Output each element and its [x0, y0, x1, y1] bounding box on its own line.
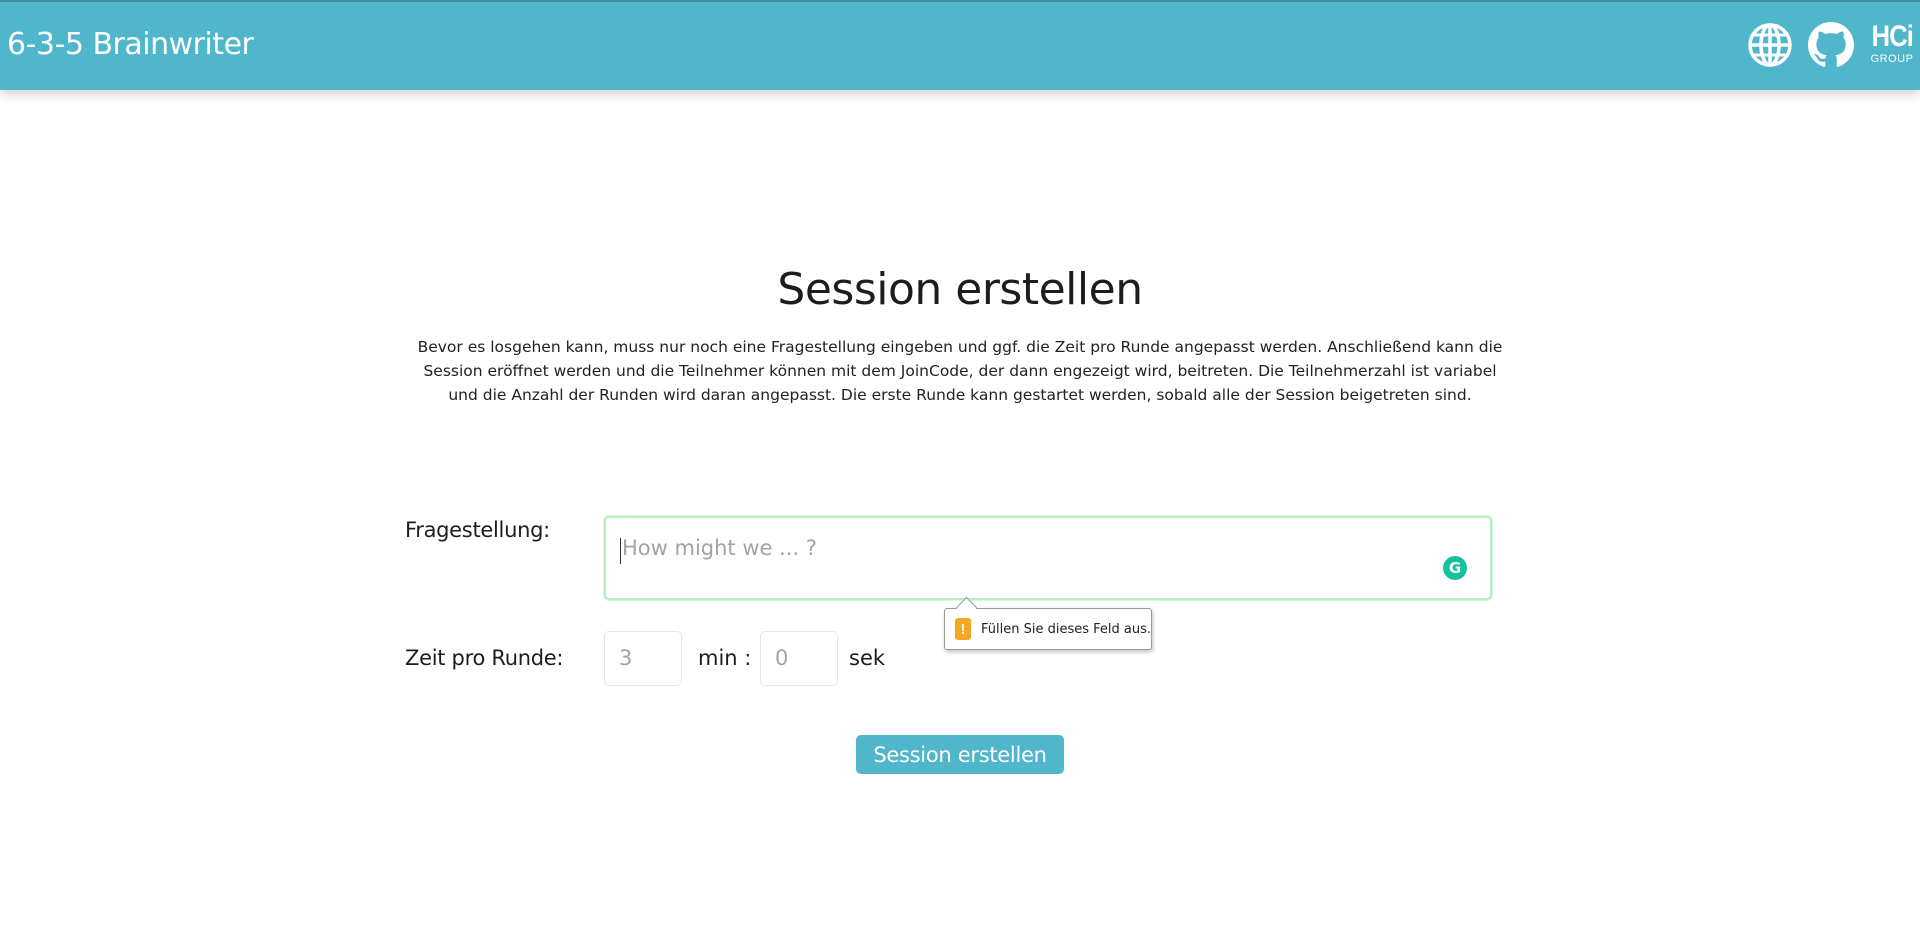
question-placeholder: How might we ... ?	[622, 536, 817, 560]
navbar: 6-3-5 Brainwriter HCi GROUP	[0, 0, 1920, 90]
intro-text: Bevor es losgehen kann, muss nur noch ei…	[417, 338, 1503, 404]
page-title: Session erstellen	[777, 264, 1143, 315]
question-label: Fragestellung:	[405, 518, 550, 542]
hci-logo-text: HCi	[1871, 20, 1913, 53]
globe-icon[interactable]	[1746, 21, 1794, 73]
question-input[interactable]: How might we ... ? G	[604, 516, 1492, 600]
github-icon[interactable]	[1808, 22, 1854, 72]
validation-message: Füllen Sie dieses Feld aus.	[980, 621, 1151, 637]
grammarly-icon[interactable]: G	[1443, 556, 1467, 580]
hci-logo-subtext: GROUP	[1870, 53, 1914, 65]
minutes-input[interactable]: 3	[604, 631, 682, 686]
seconds-input[interactable]: 0	[760, 631, 838, 686]
brand-link[interactable]: 6-3-5 Brainwriter	[7, 27, 254, 62]
navbar-icons: HCi GROUP	[1732, 22, 1916, 72]
time-label: Zeit pro Runde:	[405, 646, 564, 670]
seconds-unit: sek	[849, 646, 886, 670]
validation-tooltip: ! Füllen Sie dieses Feld aus.	[944, 608, 1152, 650]
warning-icon: !	[955, 618, 971, 640]
minutes-unit: min :	[698, 646, 752, 670]
hci-group-logo[interactable]: HCi GROUP	[1868, 22, 1916, 72]
create-session-button[interactable]: Session erstellen	[856, 735, 1064, 774]
text-caret	[620, 538, 621, 564]
